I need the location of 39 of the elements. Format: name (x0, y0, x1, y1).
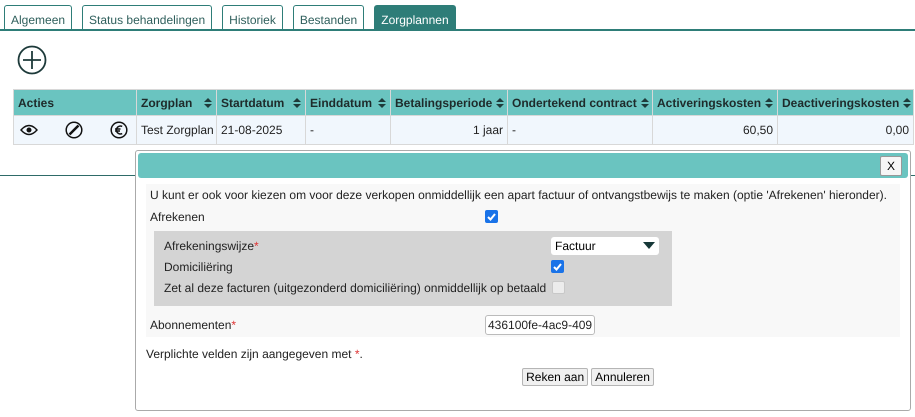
field-label: Domiciliëring (164, 260, 234, 274)
eye-icon[interactable] (20, 124, 38, 136)
add-icon[interactable] (17, 45, 47, 75)
intro-text: U kunt er ook voor kiezen om voor deze verkopen onmiddellijk een apart factuur of ontvangstbewijs te maken (optie 'Afrekenen' hieronder). (150, 188, 888, 202)
dialog-button[interactable]: Annuleren (591, 368, 654, 386)
tab[interactable]: Historiek (222, 5, 283, 29)
sort-icon[interactable] (903, 98, 912, 108)
sort-icon[interactable] (293, 98, 301, 108)
field-label: Zet al deze facturen (uitgezonderd domiciliëring) onmiddellijk op betaald (164, 280, 546, 294)
table-cell: 21-08-2025 (221, 123, 282, 137)
field-label: Abonnementen* (150, 318, 238, 332)
sort-icon[interactable] (204, 98, 212, 108)
column-header: Acties (18, 96, 54, 110)
euro-icon[interactable] (110, 121, 128, 139)
note-text: Verplichte velden zijn aangegeven met *. (146, 347, 364, 361)
table-cell: 1 jaar (472, 123, 503, 137)
tab[interactable]: Status behandelingen (82, 5, 212, 29)
table-cell: 0,00 (886, 123, 909, 137)
slash-circle-icon[interactable] (65, 121, 83, 139)
caret-icon[interactable] (643, 242, 655, 249)
sort-icon[interactable] (378, 98, 386, 108)
tab[interactable]: Bestanden (292, 5, 364, 29)
table-cell: - (512, 123, 516, 137)
table-cell: - (310, 123, 314, 137)
tab[interactable]: Zorgplannen (374, 5, 456, 29)
field-label: Afrekeningswijze* (164, 238, 260, 252)
sort-icon[interactable] (640, 98, 649, 108)
input-field[interactable]: 436100fe-4ac9-409 (485, 314, 595, 334)
close-button[interactable]: X (880, 156, 902, 176)
tab[interactable]: Algemeen (4, 5, 72, 29)
field-label: Afrekenen (150, 210, 206, 224)
sort-icon[interactable] (765, 98, 774, 108)
select-field[interactable]: Factuur (551, 236, 659, 254)
dialog-button[interactable]: Reken aan (522, 368, 588, 386)
checkbox[interactable] (485, 210, 498, 223)
table-cell: Test Zorgplan (141, 123, 214, 137)
table-cell: 60,50 (742, 123, 773, 137)
checkbox[interactable] (551, 260, 564, 273)
sort-icon[interactable] (496, 98, 504, 108)
